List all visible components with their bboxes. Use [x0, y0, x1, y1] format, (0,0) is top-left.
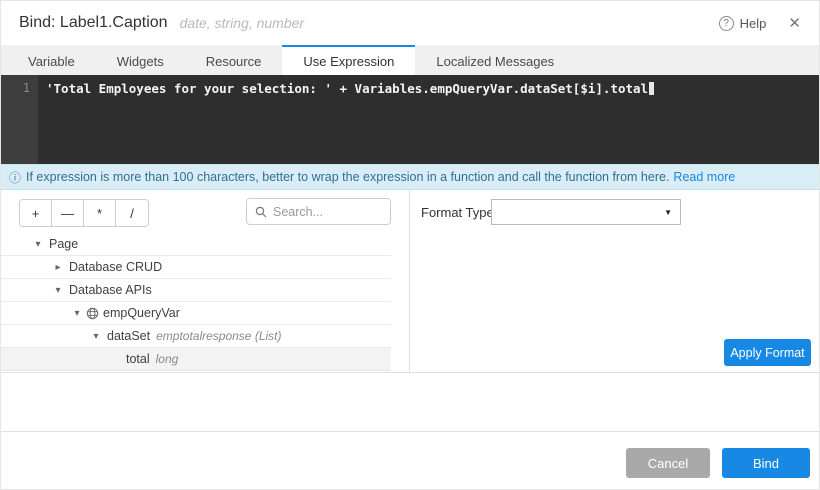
tree-item-empqueryvar[interactable]: ▾ empQueryVar — [1, 302, 391, 325]
tree-item-type: long — [155, 352, 179, 366]
tree-item-total[interactable]: total long — [1, 348, 391, 371]
bind-button[interactable]: Bind — [722, 448, 810, 478]
info-text: If expression is more than 100 character… — [26, 170, 670, 184]
editor-gutter: 1 — [1, 75, 38, 164]
main-panel: + — * / Format Type ▼ Apply Format ▾ Pag… — [1, 190, 819, 372]
expression-text[interactable]: 'Total Employees for your selection: ' +… — [46, 81, 648, 96]
close-icon[interactable]: ✕ — [788, 14, 801, 32]
dialog-footer: Cancel Bind — [1, 432, 819, 489]
cancel-button[interactable]: Cancel — [626, 448, 710, 478]
minus-operator-button[interactable]: — — [52, 200, 84, 226]
text-cursor — [649, 82, 655, 95]
tab-localized-messages[interactable]: Localized Messages — [415, 45, 575, 75]
tree-item-dataset[interactable]: ▾ dataSet emptotalresponse (List) — [1, 325, 391, 348]
help-label: Help — [739, 15, 767, 31]
plus-operator-button[interactable]: + — [20, 200, 52, 226]
info-icon: ⓘ — [9, 170, 22, 185]
tree-item-label: Page — [49, 237, 79, 251]
dropdown-caret-icon: ▼ — [664, 207, 672, 217]
multiply-operator-button[interactable]: * — [84, 200, 116, 226]
chevron-down-icon[interactable]: ▾ — [70, 308, 84, 319]
search-icon — [255, 206, 267, 217]
dialog-subtitle: date, string, number — [179, 15, 305, 31]
tree-item-label: dataSet — [107, 329, 151, 343]
dialog-title: Bind: Label1.Caption — [19, 14, 168, 31]
tree-item-database-crud[interactable]: ▸ Database CRUD — [1, 256, 391, 279]
help-button[interactable]: ? Help — [718, 15, 767, 31]
info-banner: ⓘ If expression is more than 100 charact… — [1, 164, 819, 190]
tree-item-page[interactable]: ▾ Page — [1, 233, 391, 256]
divide-operator-button[interactable]: / — [116, 200, 148, 226]
tree-item-label: Database APIs — [69, 283, 152, 297]
expression-editor[interactable]: 1 'Total Employees for your selection: '… — [1, 75, 819, 164]
tree-item-database-apis[interactable]: ▾ Database APIs — [1, 279, 391, 302]
tree-item-label: Database CRUD — [69, 260, 163, 274]
operator-button-group: + — * / — [19, 199, 149, 227]
read-more-link[interactable]: Read more — [673, 170, 735, 184]
tab-widgets[interactable]: Widgets — [96, 45, 185, 75]
format-type-label: Format Type — [421, 205, 494, 220]
editor-code-area[interactable]: 'Total Employees for your selection: ' +… — [38, 75, 819, 164]
tree-search-box[interactable] — [246, 198, 391, 225]
service-variable-globe-icon — [86, 307, 99, 320]
chevron-down-icon[interactable]: ▾ — [51, 285, 65, 296]
tab-bar: Variable Widgets Resource Use Expression… — [1, 45, 819, 75]
tree-item-label: empQueryVar — [103, 306, 180, 320]
chevron-down-icon[interactable]: ▾ — [89, 331, 103, 342]
search-input[interactable] — [273, 204, 382, 219]
panel-divider — [409, 190, 410, 372]
line-number: 1 — [22, 81, 30, 95]
variable-tree: ▾ Page ▸ Database CRUD ▾ Database APIs ▾… — [1, 233, 409, 371]
dialog-header: Bind: Label1.Caption date, string, numbe… — [1, 1, 819, 45]
tab-resource[interactable]: Resource — [185, 45, 283, 75]
chevron-right-icon[interactable]: ▸ — [51, 262, 65, 273]
help-icon: ? — [718, 15, 734, 31]
apply-format-button[interactable]: Apply Format — [724, 339, 811, 366]
format-type-dropdown[interactable]: ▼ — [491, 199, 681, 225]
tree-item-label: total — [126, 352, 150, 366]
section-divider — [1, 372, 819, 373]
tree-item-type: emptotalresponse (List) — [156, 329, 282, 343]
chevron-down-icon[interactable]: ▾ — [31, 239, 45, 250]
tab-variable[interactable]: Variable — [7, 45, 96, 75]
tab-use-expression[interactable]: Use Expression — [282, 45, 416, 75]
